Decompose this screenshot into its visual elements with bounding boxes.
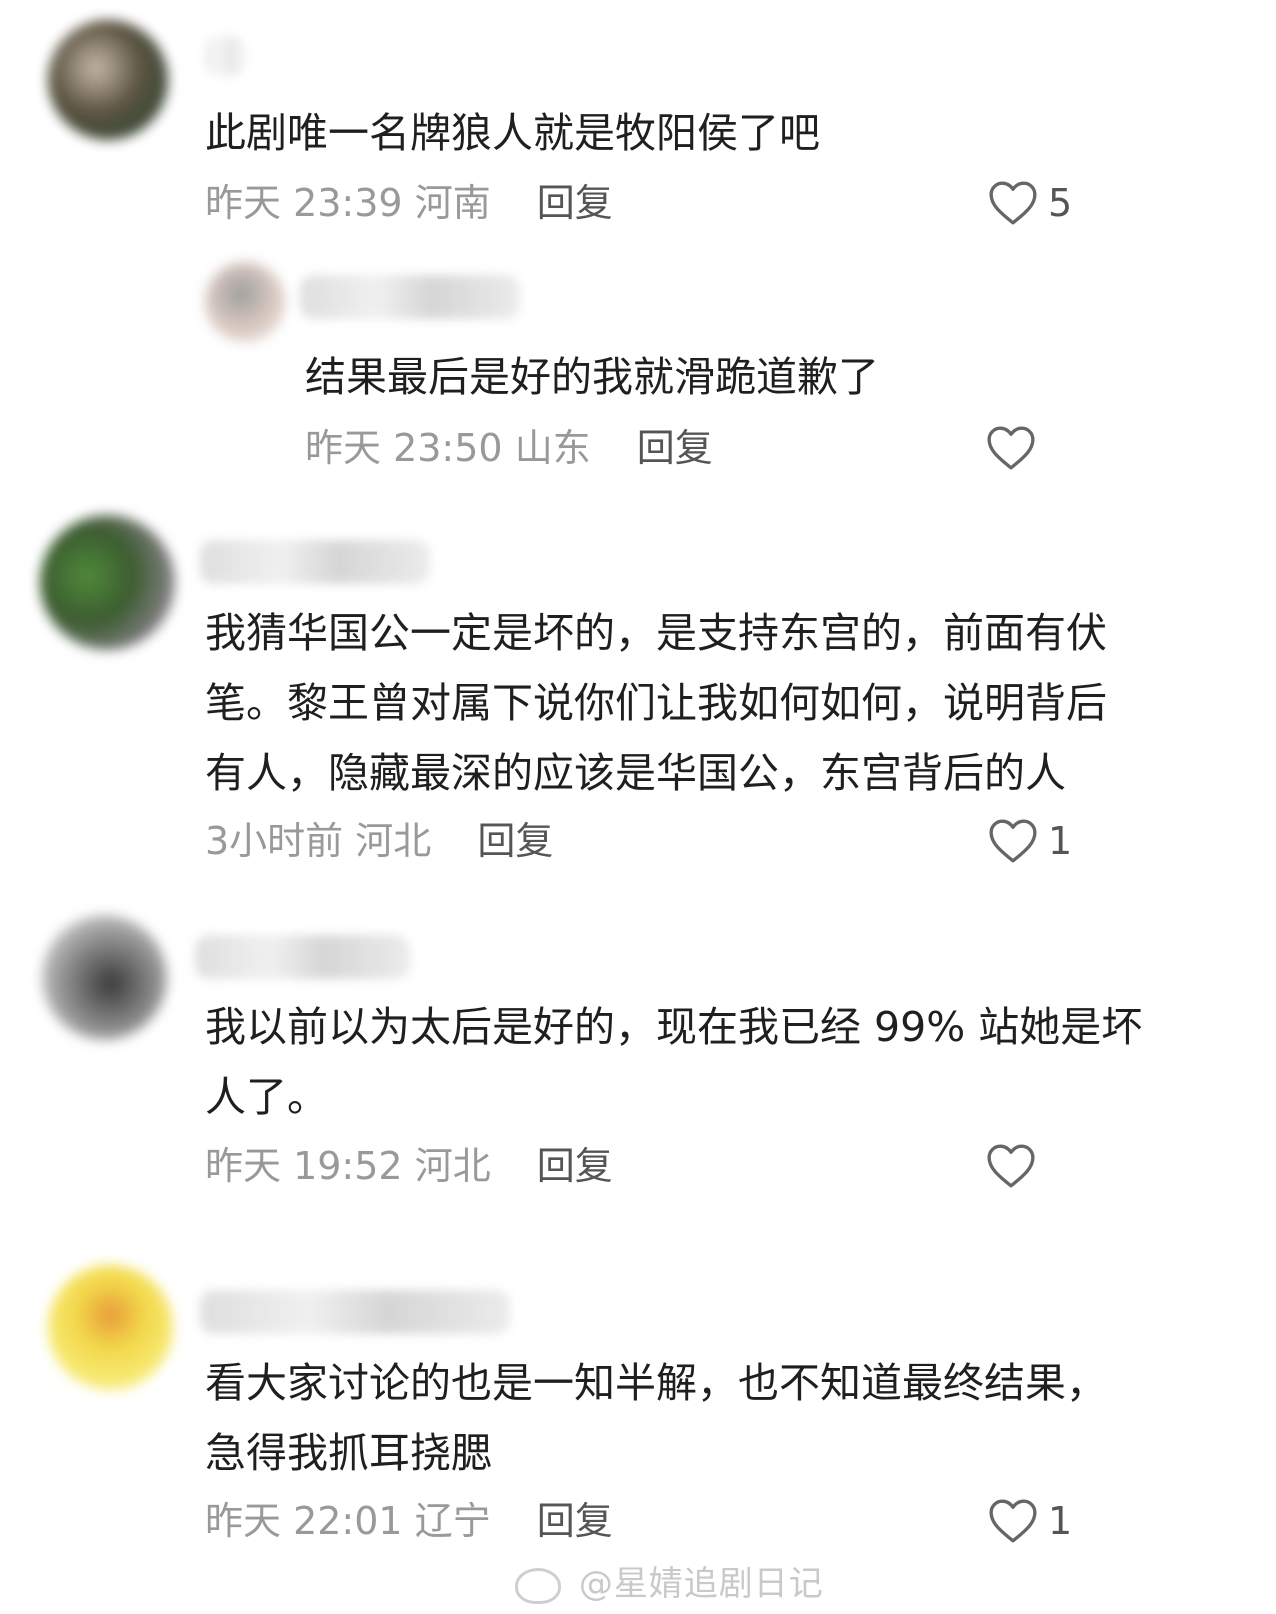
username-blurred[interactable] — [300, 275, 520, 319]
comment-meta: 昨天 19:52 河北 回复 — [205, 1143, 613, 1189]
reply-button[interactable]: 回复 — [537, 181, 613, 225]
avatar[interactable] — [48, 20, 168, 140]
like-count: 5 — [1048, 181, 1073, 225]
like-button[interactable] — [986, 425, 1046, 471]
like-button[interactable] — [986, 1143, 1046, 1189]
watermark-text: @星婧追剧日记 — [578, 1564, 824, 1604]
like-count: 1 — [1048, 819, 1073, 863]
reply-button[interactable]: 回复 — [537, 1144, 613, 1188]
heart-icon — [987, 1144, 1035, 1188]
reply-location: 山东 — [514, 426, 591, 470]
comment-time: 昨天 23:39 — [205, 181, 403, 225]
like-button[interactable]: 1 — [988, 818, 1072, 864]
comment-location: 河北 — [414, 1144, 491, 1188]
comment-text: 此剧唯一名牌狼人就是牧阳侯了吧 — [205, 109, 820, 157]
reply-button[interactable]: 回复 — [477, 819, 553, 863]
reply-meta: 昨天 23:50 山东 回复 — [305, 425, 713, 471]
comment-text: 我以前以为太后是好的，现在我已经 99% 站她是坏 人了。 — [205, 1003, 1143, 1121]
comment-location: 河南 — [414, 181, 491, 225]
weibo-icon — [515, 1567, 561, 1604]
reply-text: 结果最后是好的我就滑跪道歉了 — [305, 353, 879, 401]
username-blurred[interactable] — [195, 935, 410, 979]
like-button[interactable]: 5 — [988, 180, 1072, 226]
avatar[interactable] — [205, 262, 285, 342]
comment-text: 看大家讨论的也是一知半解，也不知道最终结果， 急得我抓耳挠腮 — [205, 1359, 1107, 1477]
comment-location: 河北 — [355, 819, 432, 863]
comment-text: 我猜华国公一定是坏的，是支持东宫的，前面有伏 笔。黎王曾对属下说你们让我如何如何… — [205, 609, 1107, 797]
like-count: 1 — [1048, 1499, 1073, 1543]
heart-icon — [989, 1499, 1037, 1543]
comment-meta: 3小时前 河北 回复 — [205, 818, 553, 864]
comment-meta: 昨天 23:39 河南 回复 — [205, 180, 613, 226]
heart-icon — [989, 181, 1037, 225]
reply-button[interactable]: 回复 — [637, 426, 713, 470]
like-button[interactable]: 1 — [988, 1498, 1072, 1544]
comment-meta: 昨天 22:01 辽宁 回复 — [205, 1498, 613, 1544]
avatar[interactable] — [40, 515, 175, 650]
heart-icon — [987, 426, 1035, 470]
comment-time: 昨天 19:52 — [205, 1144, 403, 1188]
watermark: @星婧追剧日记 — [515, 1556, 824, 1605]
reply-button[interactable]: 回复 — [537, 1499, 613, 1543]
avatar[interactable] — [48, 1265, 173, 1390]
username-blurred[interactable] — [200, 540, 430, 584]
comment-time: 昨天 22:01 — [205, 1499, 403, 1543]
heart-icon — [989, 819, 1037, 863]
username-blurred[interactable] — [200, 1290, 510, 1334]
reply-time: 昨天 23:50 — [305, 426, 503, 470]
avatar[interactable] — [42, 915, 167, 1040]
username-blurred[interactable] — [205, 36, 245, 76]
comment-location: 辽宁 — [414, 1499, 491, 1543]
comment-time: 3小时前 — [205, 819, 344, 863]
